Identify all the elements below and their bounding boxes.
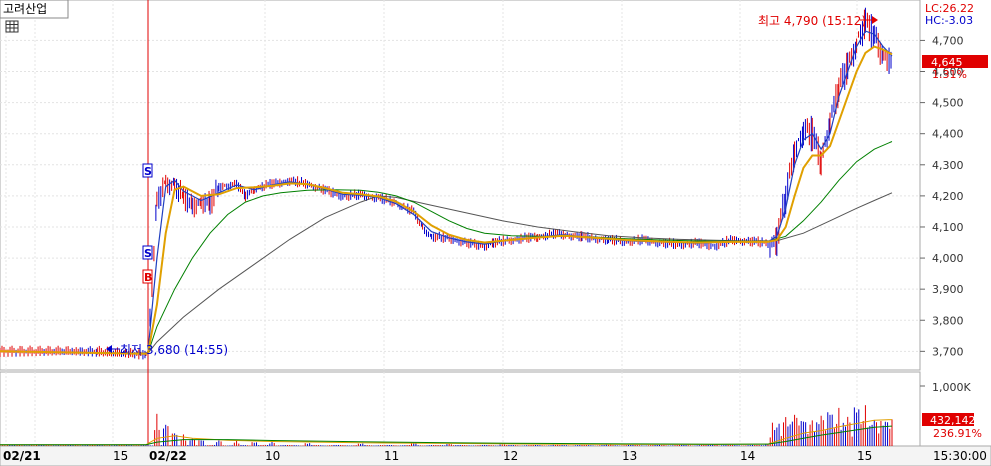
- current-volume: 432,142: [930, 414, 976, 427]
- price-tick-label-2: 4,500: [932, 97, 964, 110]
- high-annotation: 최고 4,790 (15:12): [758, 14, 878, 28]
- volume-panel: [0, 371, 921, 447]
- sell-marker-1-label: S: [144, 165, 152, 178]
- price-tick-label-0: 4,700: [932, 34, 964, 47]
- time-label-15b: 15: [857, 449, 872, 463]
- price-tick-label-5: 4,200: [932, 190, 964, 203]
- change-pct: 1.31%: [932, 68, 967, 81]
- price-tick-label-6: 4,100: [932, 221, 964, 234]
- time-label-close: 15:30:00: [933, 449, 987, 463]
- sell-marker-2: S: [142, 245, 153, 260]
- buy-marker-label: B: [144, 271, 152, 284]
- price-tick-label-9: 3,800: [932, 314, 964, 327]
- grid-icon[interactable]: [5, 20, 19, 33]
- low-label: 최저 3,680 (14:55): [120, 343, 228, 357]
- time-label-13: 13: [622, 449, 637, 463]
- time-label-11: 11: [384, 449, 399, 463]
- time-label-12: 12: [503, 449, 518, 463]
- volume-pct: 236.91%: [933, 427, 982, 440]
- chart-canvas: 4,7004,6004,5004,4004,3004,2004,1004,000…: [0, 0, 991, 466]
- time-label-14: 14: [740, 449, 755, 463]
- sell-marker-1: S: [142, 163, 153, 178]
- buy-marker: B: [142, 269, 153, 284]
- price-tick-label-8: 3,900: [932, 283, 964, 296]
- time-label-0221: 02/21: [3, 449, 41, 463]
- price-panel: [0, 0, 921, 371]
- time-label-15a: 15: [113, 449, 128, 463]
- high-label: 최고 4,790 (15:12): [758, 14, 866, 28]
- hc-label: HC:-3.03: [925, 14, 973, 27]
- volume-tick-label: 1,000K: [932, 381, 971, 394]
- sell-marker-2-label: S: [144, 247, 152, 260]
- stock-chart: 4,700 4,600 4,500 4,400 4,300 4,200 4,100 4,000…: [0, 0, 991, 466]
- price-tick-label-4: 4,300: [932, 159, 964, 172]
- price-axis: 4,7004,6004,5004,4004,3004,2004,1004,000…: [920, 34, 964, 358]
- price-tick-label-3: 4,400: [932, 128, 964, 141]
- price-tick-label-10: 3,700: [932, 345, 964, 358]
- time-label-0222: 02/22: [149, 449, 187, 463]
- stock-name: 고려산업: [3, 2, 47, 16]
- time-label-10: 10: [265, 449, 280, 463]
- low-annotation: 최저 3,680 (14:55): [106, 343, 228, 357]
- price-tick-label-7: 4,000: [932, 252, 964, 265]
